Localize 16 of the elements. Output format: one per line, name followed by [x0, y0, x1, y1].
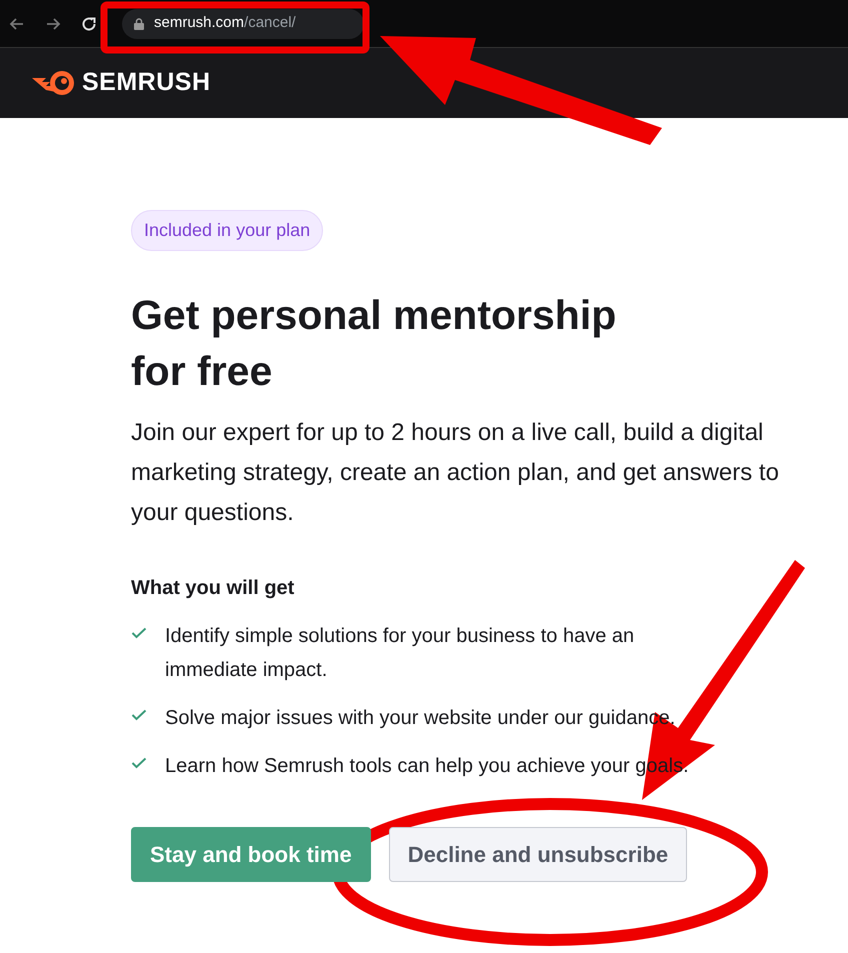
- lock-icon: [134, 18, 144, 30]
- page-title: Get personal mentorship for free: [131, 291, 618, 396]
- reload-icon[interactable]: [80, 14, 98, 32]
- logo-icon: [32, 70, 76, 96]
- logo-text: SEMRUSH: [82, 67, 211, 98]
- check-icon: [131, 757, 147, 769]
- book-time-button[interactable]: Stay and book time: [131, 827, 371, 882]
- url-text: semrush.com/cancel/: [154, 13, 296, 34]
- plan-badge: Included in your plan: [131, 210, 324, 251]
- decline-button[interactable]: Decline and unsubscribe: [388, 827, 688, 882]
- check-icon: [131, 709, 147, 721]
- description-text: Join our expert for up to 2 hours on a live call, build a digital marketing strategy, create an action plan, and get answers to your questions.: [131, 418, 780, 528]
- benefit-text: Identify simple solutions for your business to have an immediate impact.: [165, 624, 636, 683]
- check-icon: [131, 627, 147, 639]
- address-bar[interactable]: semrush.com/cancel/: [122, 8, 364, 38]
- benefits-heading: What you will get: [131, 576, 296, 601]
